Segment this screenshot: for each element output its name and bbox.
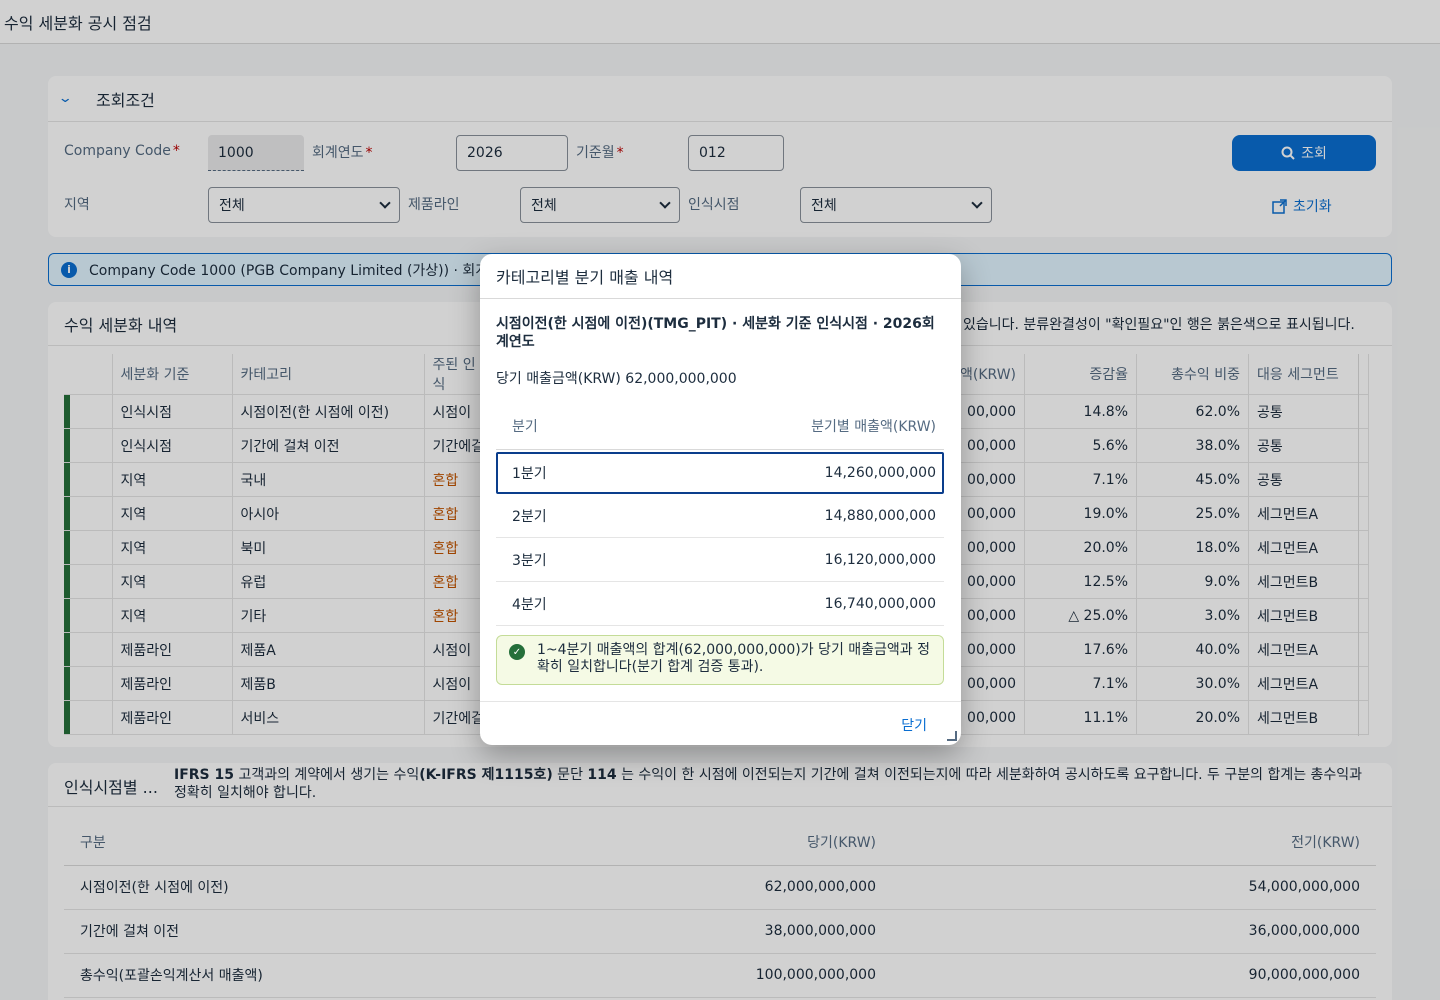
dialog-footer: 닫기	[480, 701, 961, 745]
col-quarter: 분기	[512, 418, 538, 435]
success-text: 1~4분기 매출액의 합계(62,000,000,000)가 당기 매출금액과 …	[537, 642, 931, 675]
quarter-row[interactable]: 1분기 14,260,000,000	[496, 452, 944, 494]
cell-quarter-amount: 14,260,000,000	[824, 465, 936, 481]
cell-quarter-amount: 16,740,000,000	[824, 595, 936, 612]
cell-quarter: 3분기	[512, 552, 547, 569]
quarter-row[interactable]: 3분기 16,120,000,000	[496, 538, 944, 582]
quarter-table: 분기 분기별 매출액(KRW) 1분기 14,260,000,000 2분기 14,8…	[496, 402, 944, 626]
cell-quarter: 1분기	[512, 466, 547, 482]
cell-quarter-amount: 14,880,000,000	[824, 507, 936, 524]
dialog-amount-line: 당기 매출금액(KRW) 62,000,000,000	[496, 371, 737, 387]
validation-success-message: ✓ 1~4분기 매출액의 합계(62,000,000,000)가 당기 매출금액…	[496, 635, 944, 685]
quarter-table-header: 분기 분기별 매출액(KRW)	[496, 402, 944, 450]
dialog-title: 카테고리별 분기 매출 내역	[496, 268, 674, 287]
quarterly-sales-dialog: 카테고리별 분기 매출 내역 시점이전(한 시점에 이전)(TMG_PIT) ·…	[480, 254, 961, 745]
resize-handle-icon[interactable]	[947, 731, 957, 741]
cell-quarter-amount: 16,120,000,000	[824, 551, 936, 568]
dialog-subtitle: 시점이전(한 시점에 이전)(TMG_PIT) · 세분화 기준 인식시점 · …	[496, 316, 935, 350]
cell-quarter: 4분기	[512, 596, 547, 613]
dialog-header: 카테고리별 분기 매출 내역	[480, 254, 961, 299]
checkmark-icon: ✓	[509, 644, 525, 660]
quarter-row[interactable]: 4분기 16,740,000,000	[496, 582, 944, 626]
cell-quarter: 2분기	[512, 508, 547, 525]
close-button[interactable]: 닫기	[901, 715, 927, 735]
quarter-row[interactable]: 2분기 14,880,000,000	[496, 494, 944, 538]
col-quarter-amount: 분기별 매출액(KRW)	[811, 418, 936, 435]
